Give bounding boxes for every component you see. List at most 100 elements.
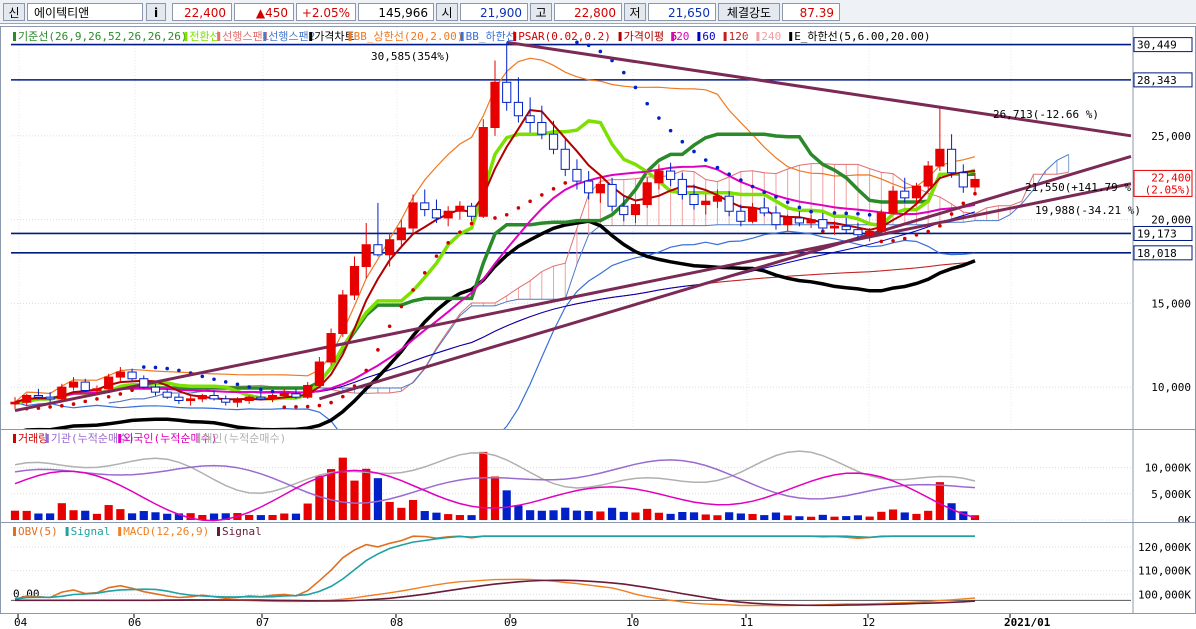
- psar-dot: [364, 368, 369, 373]
- price-chart[interactable]: 기준선(26,9,26,52,26,26,26) 전환선 선행스팬1선행스팬2가격차…: [1, 27, 1195, 483]
- open-display: 21,900: [460, 3, 528, 21]
- candle-body: [232, 400, 243, 403]
- candle-body: [490, 81, 500, 128]
- legend-label: 120: [729, 30, 749, 43]
- candle-body: [256, 396, 266, 400]
- bollinger-lower: [14, 230, 976, 483]
- obv-macd-chart[interactable]: OBV(5) Signal MACD(12,26,9) Signal 0.00 100…: [1, 523, 1195, 613]
- low-value: 21,650: [668, 6, 710, 20]
- date-tick-label: 10: [626, 616, 639, 629]
- psar-dot: [727, 172, 731, 177]
- psar-dot: [938, 224, 942, 228]
- psar-dot: [739, 178, 743, 182]
- level-label: 30,449: [1137, 39, 1177, 52]
- volume-bar: [116, 509, 125, 520]
- psar-dot: [247, 385, 251, 389]
- volume-bar: [853, 515, 863, 520]
- volume-bar: [397, 507, 406, 520]
- volume-bar: [479, 451, 488, 520]
- candle-body: [958, 172, 968, 188]
- candle-body: [396, 227, 406, 241]
- candle-body: [57, 386, 67, 400]
- price-panel[interactable]: 기준선(26,9,26,52,26,26,26) 전환선 선행스팬1 선행스팬2 가격차…: [0, 26, 1196, 483]
- price-tick-label: 25,000: [1151, 130, 1191, 143]
- legend-swatch: [460, 32, 464, 41]
- volume-chart[interactable]: 거래량 기관(누적순매수)외국인(누적순매수)개인(누적순매수) 0K 5,000K…: [1, 430, 1195, 527]
- volume-bar: [455, 515, 464, 520]
- volume-bar: [701, 514, 710, 520]
- volume-display: 145,966: [358, 3, 434, 21]
- candle-body: [209, 395, 219, 400]
- psar-dot: [282, 405, 287, 410]
- legend-swatch: [118, 434, 122, 443]
- volume-bar: [245, 514, 254, 520]
- candle-body: [431, 209, 442, 219]
- volume-bar: [303, 503, 312, 520]
- candle-body: [911, 185, 922, 199]
- strength-display: 87.39: [782, 3, 840, 21]
- psar-dot: [598, 49, 603, 54]
- psar-dot: [949, 212, 954, 216]
- candle-body: [22, 395, 32, 403]
- legend-swatch: [13, 32, 16, 41]
- volume-bar: [654, 512, 663, 520]
- volume-bar: [151, 512, 160, 520]
- obv-macd-panel[interactable]: OBV(5) Signal MACD(12,26,9) Signal 0.00 100…: [0, 522, 1196, 614]
- candle-body: [736, 210, 746, 222]
- volume-bar: [596, 511, 605, 520]
- info-icon[interactable]: i: [146, 3, 166, 21]
- price-legend: 기준선(26,9,26,52,26,26,26) 전환선 선행스팬1선행스팬2가격차…: [13, 29, 931, 43]
- psar-dot: [165, 366, 169, 371]
- candle-body: [935, 148, 945, 167]
- obv-body: 0.00: [11, 535, 1131, 607]
- candle-body: [92, 388, 102, 391]
- psar-dot: [914, 233, 919, 237]
- volume-panel[interactable]: 거래량 기관(누적순매수) 외국인(누적순매수) 개인(누적순매수) 0K 5,000K…: [0, 429, 1196, 527]
- volume-bar: [46, 513, 55, 520]
- candle-body: [466, 205, 477, 217]
- legend-label: 가격이평 5: [624, 30, 678, 43]
- psar-dot: [961, 201, 966, 206]
- volume-bar: [561, 507, 570, 520]
- psar-dot: [973, 191, 977, 196]
- chart-window: 신 에이텍티앤 i 22,400 ▲450 +2.05% 145,966 시 2…: [0, 0, 1196, 629]
- candle-body: [373, 244, 383, 256]
- candle-body: [186, 398, 196, 402]
- price-annotation: 19,988(-34.21 %): [1035, 204, 1141, 217]
- legend-label: 거래량: [18, 432, 48, 445]
- psar-dot: [434, 254, 439, 258]
- candle-body: [385, 239, 395, 256]
- candle-body: [666, 170, 676, 180]
- candle-body: [865, 230, 875, 236]
- psar-dot: [411, 288, 415, 292]
- legend-label: 선행스팬1: [222, 30, 269, 43]
- legend-swatch: [723, 32, 727, 41]
- volume-bar: [432, 512, 441, 520]
- price-tick-label: 20,000: [1151, 214, 1191, 227]
- legend-label: 20: [676, 30, 689, 43]
- volume-bar: [514, 505, 523, 520]
- obv-tick-label: 120,000K: [1138, 541, 1191, 554]
- candle-body: [104, 376, 114, 390]
- volume-bar: [783, 515, 792, 520]
- psar-dot: [223, 380, 228, 384]
- volume-bar: [526, 510, 535, 520]
- legend-swatch: [789, 32, 793, 41]
- date-tick-label: 04: [14, 616, 28, 629]
- level-label: 18,018: [1137, 247, 1177, 260]
- mode-button[interactable]: 신: [3, 3, 25, 21]
- candle-body: [349, 266, 360, 296]
- candle-body: [595, 183, 605, 194]
- obv-signal-line: [14, 535, 975, 600]
- psar-dot: [528, 199, 532, 204]
- psar-dot: [469, 221, 474, 226]
- volume-bar: [643, 508, 652, 520]
- psar-dot: [832, 211, 837, 215]
- volume-bar: [678, 511, 687, 520]
- change-display: ▲450: [234, 3, 294, 21]
- candle-body: [408, 202, 418, 229]
- volume-bar: [631, 512, 640, 520]
- candle-body: [642, 182, 652, 206]
- stock-name-field[interactable]: 에이텍티앤: [27, 3, 143, 21]
- price-annotation: 30,585(354%): [371, 50, 450, 63]
